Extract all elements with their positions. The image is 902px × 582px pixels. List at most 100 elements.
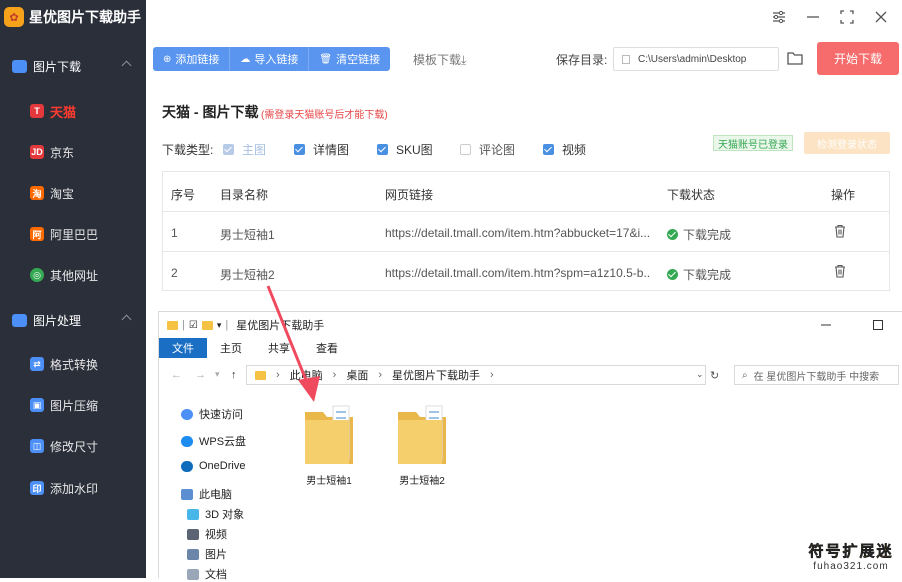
navigation-pane: 快速访问 WPS云盘 OneDrive 此电脑 3D 对象 视频 图片 文档	[159, 396, 289, 582]
chevron-up-icon	[121, 60, 132, 71]
nav-3d-objects[interactable]: 3D 对象	[187, 506, 244, 522]
row-no: 1	[171, 226, 178, 240]
sidebar-item-label: 修改尺寸	[50, 439, 99, 454]
sidebar-item-other-url[interactable]: ◎ 其他网址	[0, 262, 146, 288]
image-process-icon	[12, 313, 27, 327]
folder-open-icon[interactable]	[787, 51, 803, 65]
address-dropdown-icon[interactable]: ⌄	[696, 369, 704, 380]
nav-label: 快速访问	[199, 409, 243, 421]
refresh-icon[interactable]: ↻	[710, 369, 719, 382]
tab-file[interactable]: 文件	[159, 338, 207, 358]
sidebar-group-process[interactable]: 图片处理	[0, 310, 146, 330]
save-dir-value: C:\Users\admin\Desktop	[638, 53, 747, 65]
col-name: 目录名称	[220, 188, 269, 202]
app-logo-icon: ✿	[4, 7, 24, 27]
row-name: 男士短袖1	[220, 228, 275, 242]
video-icon	[187, 528, 199, 540]
check-login-button[interactable]: 检测登录状态	[804, 132, 890, 154]
tab-share[interactable]: 共享	[255, 338, 303, 358]
save-dir-field[interactable]: C:\Users\admin\Desktop	[613, 47, 779, 71]
checkbox-review-image[interactable]: 评论图	[460, 141, 515, 158]
cloud-upload-icon: ☁	[240, 53, 251, 65]
address-bar[interactable]: › 此电脑 › 桌面 › 星优图片下载助手 ›	[246, 365, 706, 385]
new-folder-icon[interactable]	[201, 320, 213, 330]
recent-dropdown-icon[interactable]: ▾	[215, 369, 220, 380]
checkbox-main-image[interactable]: 主图	[223, 141, 266, 158]
folder-item[interactable]: 男士短袖2	[382, 402, 462, 487]
sidebar-item-tmall[interactable]: T 天猫	[0, 98, 146, 124]
computer-icon	[181, 488, 193, 500]
table-header: 序号 目录名称 网页链接 下载状态 操作	[163, 172, 889, 212]
breadcrumb-this-pc[interactable]: 此电脑	[290, 367, 323, 383]
sidebar-item-format-convert[interactable]: ⇄ 格式转换	[0, 351, 146, 377]
template-download-label: 模板下载	[413, 53, 462, 67]
close-icon[interactable]	[874, 10, 888, 24]
window-controls	[772, 10, 888, 24]
nav-label: OneDrive	[199, 460, 246, 472]
tab-home[interactable]: 主页	[207, 338, 255, 358]
sidebar: ✿ 星优图片下载助手 图片下载 T 天猫 JD 京东 淘 淘宝 阿 阿里巴巴 ◎…	[0, 0, 146, 578]
breadcrumb-app-folder[interactable]: 星优图片下载助手	[392, 367, 480, 383]
page-title: 天猫 - 图片下载	[162, 104, 259, 120]
sidebar-item-jd[interactable]: JD 京东	[0, 139, 146, 165]
template-download-link[interactable]: 模板下载⤓	[413, 51, 466, 68]
forward-icon[interactable]: →	[195, 369, 206, 381]
import-link-label: 导入链接	[254, 54, 299, 66]
sidebar-item-alibaba[interactable]: 阿 阿里巴巴	[0, 221, 146, 247]
row-url: https://detail.tmall.com/item.htm?spm=a1…	[385, 266, 651, 280]
sidebar-item-taobao[interactable]: 淘 淘宝	[0, 180, 146, 206]
nav-documents[interactable]: 文档	[187, 566, 227, 582]
properties-icon[interactable]: ☑	[189, 320, 198, 331]
sidebar-group-download[interactable]: 图片下载	[0, 56, 146, 76]
search-input[interactable]: ⌕ 在 星优图片下载助手 中搜索	[734, 365, 899, 385]
checkbox-video[interactable]: 视频	[543, 141, 586, 158]
delete-icon[interactable]	[833, 264, 847, 278]
checkbox-detail-image[interactable]: 详情图	[294, 141, 349, 158]
sidebar-item-watermark[interactable]: 印 添加水印	[0, 475, 146, 501]
ribbon-tabs: 文件 主页 共享 查看	[159, 338, 902, 358]
dropdown-icon[interactable]: ▾	[217, 320, 222, 331]
tab-view[interactable]: 查看	[303, 338, 351, 358]
nav-onedrive[interactable]: OneDrive	[181, 460, 245, 472]
checkbox-box	[223, 144, 234, 155]
sidebar-item-compress[interactable]: ▣ 图片压缩	[0, 392, 146, 418]
table-row[interactable]: 1 男士短袖1 https://detail.tmall.com/item.ht…	[163, 212, 889, 252]
folder-item[interactable]: 男士短袖1	[289, 402, 369, 487]
nav-label: 此电脑	[199, 489, 232, 501]
sidebar-item-resize[interactable]: ◫ 修改尺寸	[0, 433, 146, 459]
nav-wps-cloud[interactable]: WPS云盘	[181, 433, 246, 449]
folder-name: 男士短袖1	[306, 476, 352, 487]
save-dir-label: 保存目录:	[556, 53, 608, 67]
nav-videos[interactable]: 视频	[187, 526, 227, 542]
maximize-icon[interactable]	[873, 320, 883, 330]
import-link-button[interactable]: ☁ 导入链接	[230, 47, 310, 71]
clear-link-button[interactable]: 🗑 清空链接	[309, 47, 391, 71]
checkbox-label: SKU图	[396, 143, 433, 157]
fullscreen-icon[interactable]	[840, 10, 854, 24]
download-icon: ⤓	[461, 53, 467, 67]
settings-icon[interactable]	[772, 10, 786, 24]
nav-quick-access[interactable]: 快速访问	[181, 406, 243, 422]
delete-icon[interactable]	[833, 224, 847, 238]
start-download-button[interactable]: 开始下载	[817, 42, 899, 75]
checkbox-sku-image[interactable]: SKU图	[377, 141, 433, 158]
watermark-icon: 印	[30, 481, 44, 495]
up-icon[interactable]: ↑	[231, 369, 237, 381]
cloud-icon	[181, 435, 193, 447]
table-row[interactable]: 2 男士短袖2 https://detail.tmall.com/item.ht…	[163, 252, 889, 292]
add-link-button[interactable]: ⊕ 添加链接	[153, 47, 231, 71]
add-link-label: 添加链接	[175, 54, 220, 66]
back-icon[interactable]: ←	[171, 369, 182, 381]
nav-this-pc[interactable]: 此电脑	[181, 486, 232, 502]
sidebar-item-label: 添加水印	[50, 481, 99, 496]
login-note: (需登录天猫账号后才能下载)	[261, 110, 388, 121]
nav-pictures[interactable]: 图片	[187, 546, 227, 562]
minimize-icon[interactable]	[806, 10, 820, 24]
breadcrumb-desktop[interactable]: 桌面	[346, 367, 368, 383]
row-status: 下载完成	[667, 266, 731, 283]
login-status-badge: 天猫账号已登录	[713, 135, 793, 151]
tmall-icon: T	[30, 104, 44, 118]
minimize-icon[interactable]	[821, 320, 831, 330]
nav-label: 图片	[205, 549, 227, 561]
col-no: 序号	[171, 188, 196, 202]
